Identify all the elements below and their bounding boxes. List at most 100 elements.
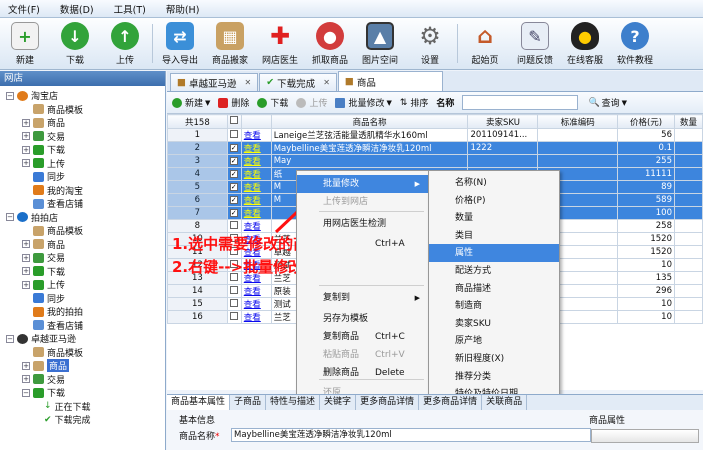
expand-icon[interactable]: + [22,280,30,289]
tree-item[interactable]: 查看店铺 [22,319,83,332]
menu-file[interactable]: 文件(F) [8,2,40,16]
row-checkbox[interactable] [226,310,242,324]
tree-item[interactable]: − 下载 [22,386,65,399]
tree-item[interactable]: + 上传 [22,278,65,291]
expand-icon[interactable]: + [22,253,30,262]
submenu-item[interactable]: 名称(N) [429,174,559,192]
new-button[interactable]: + 新建 [0,18,50,69]
context-menu-item[interactable]: Ctrl+A [297,235,428,253]
row-checkbox[interactable]: ✓ [226,167,242,181]
tree-item[interactable]: + 上传 [22,157,65,170]
header-price[interactable]: 价格(元) [617,114,675,129]
view-link[interactable]: 查看 [240,284,272,298]
tab-products[interactable]: ■ 商品 [337,71,443,91]
expand-icon[interactable]: + [22,145,30,154]
context-menu-item[interactable]: 另存为模板 [297,310,428,328]
close-icon[interactable]: ✕ [245,78,252,87]
context-menu-item[interactable]: 复制商品 Ctrl+C [297,328,428,346]
submenu-item[interactable]: 属性 [429,244,559,263]
tree-item[interactable]: 查看店铺 [22,197,83,210]
tree-item[interactable]: + 交易 [22,130,65,143]
header-barcode[interactable]: 标准编码 [537,114,619,129]
property-tab[interactable]: 子商品 [230,395,267,410]
mover-button[interactable]: ▦ 商品搬家 [205,18,255,69]
submenu-item[interactable]: 原产地 [429,332,559,350]
context-menu-item[interactable]: 复制到 ▶ [297,289,428,307]
collapse-icon[interactable]: − [6,213,14,221]
store-node[interactable]: − 淘宝店 [6,89,58,102]
collapse-icon[interactable]: − [6,91,14,100]
tree-item[interactable]: 同步 [22,292,65,305]
tree-item[interactable]: 同步 [22,170,65,183]
table-row[interactable]: 2 ✓ 查看 Maybelline美宝莲透净瞬洁净妆乳120ml 1222 0.1 [167,141,703,155]
grab-button[interactable]: ● 抓取商品 [305,18,355,69]
expand-icon[interactable]: + [22,361,30,370]
header-sku[interactable]: 卖家SKU [467,114,539,129]
upload-products-button[interactable]: 上传 [296,96,327,109]
store-node[interactable]: − 拍拍店 [6,211,58,224]
attr-field[interactable] [591,429,699,443]
submenu-item[interactable]: 价格(P) [429,192,559,210]
row-checkbox[interactable] [226,284,242,298]
product-name-field[interactable]: Maybelline美宝莲透净瞬洁净妆乳120ml [231,428,591,442]
context-menu-item[interactable]: 批量修改 ▶ [297,175,428,193]
expand-icon[interactable]: + [22,118,30,127]
view-link[interactable]: 查看 [240,310,272,324]
property-tab[interactable]: 关联商品 [482,395,528,410]
tree-subitem[interactable]: ↓ 正在下载 [44,400,91,413]
tree-item[interactable]: + 商品 [22,116,65,129]
new-product-button[interactable]: 新建 ▼ [172,96,210,109]
feedback-button[interactable]: ✎ 问题反馈 [510,18,560,69]
submenu-item[interactable]: 商品描述 [429,280,559,298]
tree-item[interactable]: 商品模板 [22,224,83,237]
submenu-item[interactable]: 数量 [429,209,559,227]
close-icon[interactable]: ✕ [323,78,330,87]
tree-subitem[interactable]: ✔ 下载完成 [44,413,91,427]
submenu-item[interactable]: 类目 [429,227,559,245]
row-checkbox[interactable] [226,219,242,233]
header-title[interactable]: 商品名称 [270,114,469,129]
sort-button[interactable]: ⇅ 排序 [400,96,429,110]
submenu-item[interactable]: 配送方式 [429,262,559,280]
view-link[interactable]: 查看 [240,141,272,155]
property-tab[interactable]: 商品基本属性 [167,395,231,410]
delete-button[interactable]: 删除 [218,96,249,109]
property-tab[interactable]: 更多商品详情 [419,395,483,410]
expand-icon[interactable]: + [22,267,30,275]
menu-data[interactable]: 数据(D) [60,2,94,16]
menu-help[interactable]: 帮助(H) [166,2,200,16]
tree-item[interactable]: + 交易 [22,373,65,386]
row-checkbox[interactable] [226,297,242,311]
start-page-button[interactable]: ⌂ 起始页 [460,18,510,69]
support-button[interactable]: ● 在线客服 [560,18,610,69]
upload-button[interactable]: ↑ 上传 [100,18,150,69]
submenu-item[interactable]: 卖家SKU [429,315,559,333]
view-link[interactable]: 查看 [240,154,272,168]
context-menu-item[interactable]: 上传到网店 [297,193,428,211]
context-menu-item[interactable]: 用网店医生检测 [297,215,428,233]
select-all-checkbox[interactable] [226,114,242,129]
expand-icon[interactable]: + [22,132,30,140]
view-link[interactable]: 查看 [240,219,272,233]
submenu-item[interactable]: 制造商 [429,297,559,315]
expand-icon[interactable]: + [22,240,30,248]
collapse-icon[interactable]: − [6,334,14,343]
download-products-button[interactable]: 下载 [257,96,288,109]
view-link[interactable]: 查看 [240,180,272,194]
menu-tools[interactable]: 工具(T) [114,2,146,16]
download-button[interactable]: ↓ 下载 [50,18,100,69]
tab-amazon[interactable]: ■ 卓越亚马逊 ✕ [170,73,259,91]
import-export-button[interactable]: ⇄ 导入导出 [155,18,205,69]
name-search-input[interactable] [462,95,579,110]
row-checkbox[interactable] [226,128,242,142]
context-menu-item[interactable]: 粘贴商品 Ctrl+V [297,346,428,364]
search-button[interactable]: 🔍 查询 ▼ [588,96,627,110]
tree-item[interactable]: + 交易 [22,251,65,264]
row-checkbox[interactable]: ✓ [226,193,242,207]
expand-icon[interactable]: + [22,159,30,167]
tree-item[interactable]: 商品模板 [22,103,83,116]
settings-button[interactable]: ⚙ 设置 [405,18,455,69]
tab-download-complete[interactable]: ✔ 下载完成 ✕ [259,73,337,91]
view-link[interactable]: 查看 [240,297,272,311]
property-tab[interactable]: 特性与描述 [266,395,321,410]
